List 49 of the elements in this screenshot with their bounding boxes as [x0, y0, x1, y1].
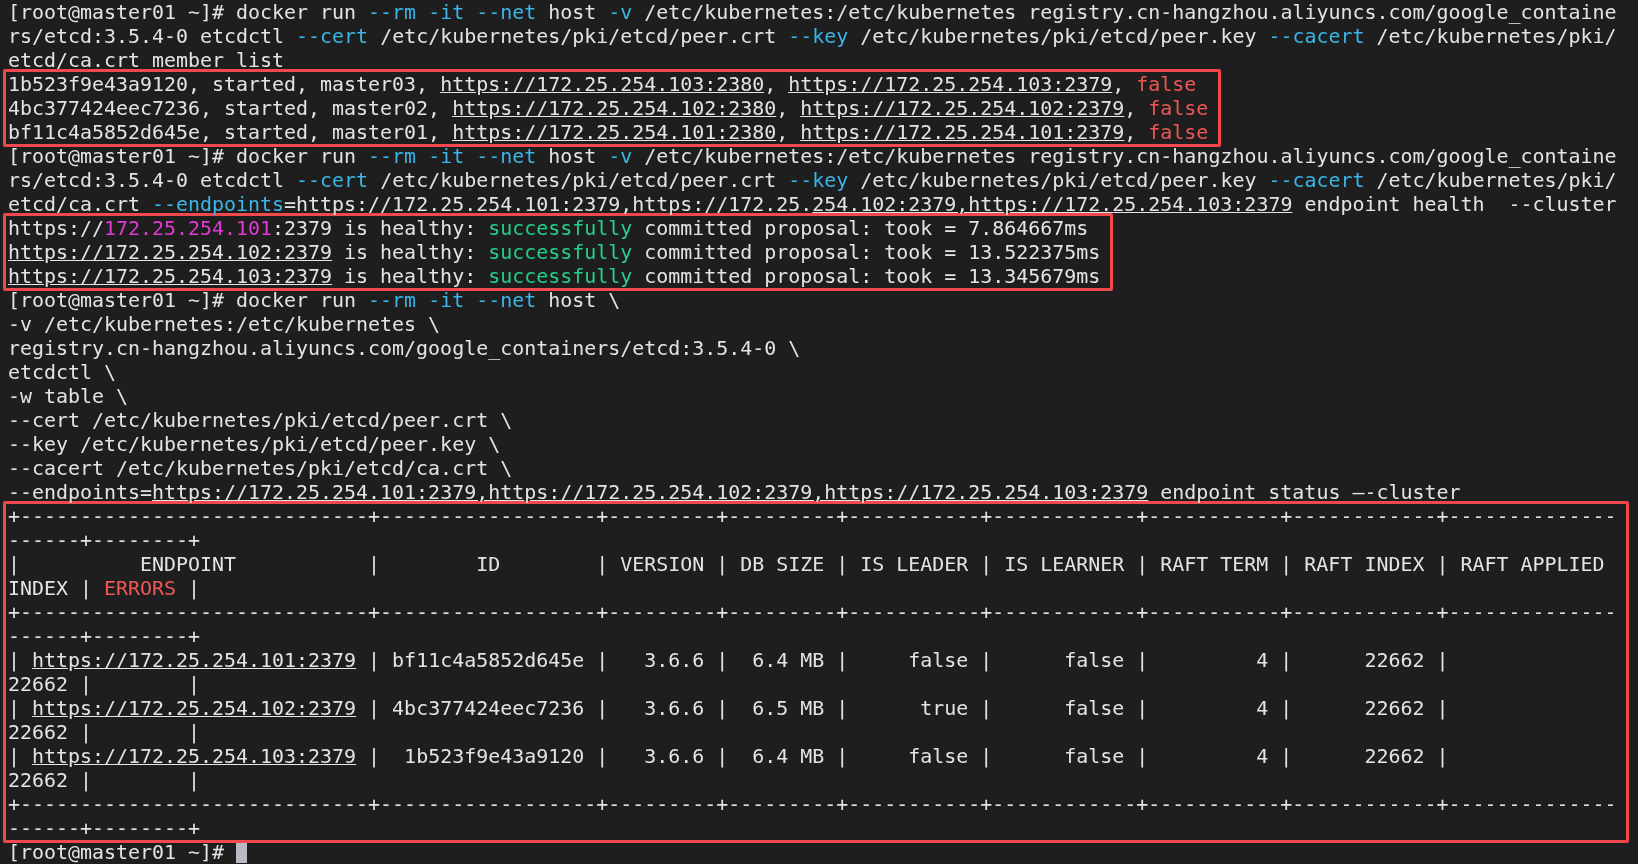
url-link[interactable]: https://172.25.254.101:2379,https://172.25.254.102:2379,https://172.25.254.103:2379	[152, 480, 1149, 504]
url-link[interactable]: https://172.25.254.103:2379	[8, 264, 333, 288]
terminal-line: -v /etc/kubernetes:/etc/kubernetes \	[8, 312, 442, 336]
terminal-line: 4bc377424eec7236, started, master02, https://172.25.254.102:2380, https://172.25.254.102:2379, false	[8, 96, 1209, 120]
terminal-line: etcdctl \	[8, 360, 118, 384]
terminal-line: etcd/ca.crt --endpoints=https://172.25.254.101:2379,https://172.25.254.102:2379,https://172.25.254.103:2379 endpoint health --cluster	[8, 192, 1618, 216]
terminal-line: --endpoints=https://172.25.254.101:2379,https://172.25.254.102:2379,https://172.25.254.103:2379 endpoint status —-cluster	[8, 480, 1462, 504]
terminal-line: +-----------------------------+------------------+---------+---------+-----------+------------+-----------+------------+--------------	[8, 792, 1617, 816]
terminal-line: | https://172.25.254.102:2379 | 4bc377424eec7236 | 3.6.6 | 6.5 MB | true | false | 4 | 22662 |	[8, 696, 1450, 720]
terminal-line: registry.cn-hangzhou.aliyuncs.com/google_containers/etcd:3.5.4-0 \	[8, 336, 802, 360]
terminal-line: etcd/ca.crt member list	[8, 48, 286, 72]
terminal-line: --cacert /etc/kubernetes/pki/etcd/ca.crt \	[8, 456, 514, 480]
url-link[interactable]: https://172.25.254.103:2379	[788, 72, 1113, 96]
url-link[interactable]: https://172.25.254.102:2379	[8, 240, 333, 264]
terminal-line: ------+--------+	[8, 528, 202, 552]
terminal-line: [root@master01 ~]# docker run --rm -it --net host -v /etc/kubernetes:/etc/kubernetes registry.cn-hangzhou.aliyuncs.com/google_containe	[8, 0, 1618, 24]
terminal-line: rs/etcd:3.5.4-0 etcdctl --cert /etc/kubernetes/pki/etcd/peer.crt --key /etc/kubernetes/pki/etcd/peer.key --cacert /etc/kubernetes/pki/	[8, 168, 1618, 192]
url-link[interactable]: https://172.25.254.103:2379	[32, 744, 357, 768]
terminal-line: https://172.25.254.103:2379 is healthy: successfully committed proposal: took = 13.345679ms	[8, 264, 1101, 288]
terminal-line: 1b523f9e43a9120, started, master03, https://172.25.254.103:2380, https://172.25.254.103:2379, false	[8, 72, 1198, 96]
terminal-line: | https://172.25.254.103:2379 | 1b523f9e43a9120 | 3.6.6 | 6.4 MB | false | false | 4 | 22662 |	[8, 744, 1450, 768]
terminal-line: [root@master01 ~]# docker run --rm -it --net host \	[8, 288, 622, 312]
terminal-line: 22662 | |	[8, 768, 202, 792]
terminal-line: https://172.25.254.102:2379 is healthy: successfully committed proposal: took = 13.522375ms	[8, 240, 1101, 264]
terminal-line: https://172.25.254.101:2379 is healthy: successfully committed proposal: took = 7.864667ms	[8, 216, 1090, 240]
terminal-line: --cert /etc/kubernetes/pki/etcd/peer.crt \	[8, 408, 514, 432]
terminal-line: +-----------------------------+------------------+---------+---------+-----------+------------+-----------+------------+--------------	[8, 504, 1617, 528]
terminal-line: -w table \	[8, 384, 130, 408]
terminal-line: | https://172.25.254.101:2379 | bf11c4a5852d645e | 3.6.6 | 6.4 MB | false | false | 4 | 22662 |	[8, 648, 1450, 672]
terminal-line: +-----------------------------+------------------+---------+---------+-----------+------------+-----------+------------+--------------	[8, 600, 1617, 624]
url-link[interactable]: https://172.25.254.103:2380	[440, 72, 765, 96]
terminal-line: 22662 | |	[8, 672, 202, 696]
prompt: [root@master01 ~]#	[8, 840, 225, 864]
terminal-line: INDEX | ERRORS |	[8, 576, 202, 600]
url-link[interactable]: https://172.25.254.102:2379	[32, 696, 357, 720]
terminal-line: ------+--------+	[8, 624, 202, 648]
terminal-line: 22662 | |	[8, 720, 202, 744]
terminal-line: rs/etcd:3.5.4-0 etcdctl --cert /etc/kubernetes/pki/etcd/peer.crt --key /etc/kubernetes/pki/etcd/peer.key --cacert /etc/kubernetes/pki/	[8, 24, 1618, 48]
url-link[interactable]: https://172.25.254.102:2379	[800, 96, 1125, 120]
url-link[interactable]: https://172.25.254.101:2379	[800, 120, 1125, 144]
terminal-line: --key /etc/kubernetes/pki/etcd/peer.key \	[8, 432, 502, 456]
terminal-line: [root@master01 ~]# docker run --rm -it --net host -v /etc/kubernetes:/etc/kubernetes registry.cn-hangzhou.aliyuncs.com/google_containe	[8, 144, 1618, 168]
url-link[interactable]: 254.102:2379,https://172.25.254.103:2379	[812, 192, 1293, 216]
terminal-line: ------+--------+	[8, 816, 202, 840]
url-link[interactable]: https://172.25.254.101:2379	[32, 648, 357, 672]
terminal-line: bf11c4a5852d645e, started, master01, https://172.25.254.101:2380, https://172.25.254.101:2379, false	[8, 120, 1209, 144]
url-link[interactable]: https://172.25.254.101:2380	[452, 120, 777, 144]
url-link[interactable]: https://172.25.254.102:2380	[452, 96, 777, 120]
terminal-line: | ENDPOINT | ID | VERSION | DB SIZE | IS LEADER | IS LEARNER | RAFT TERM | RAFT INDEX | RAFT APPLIED	[8, 552, 1606, 576]
